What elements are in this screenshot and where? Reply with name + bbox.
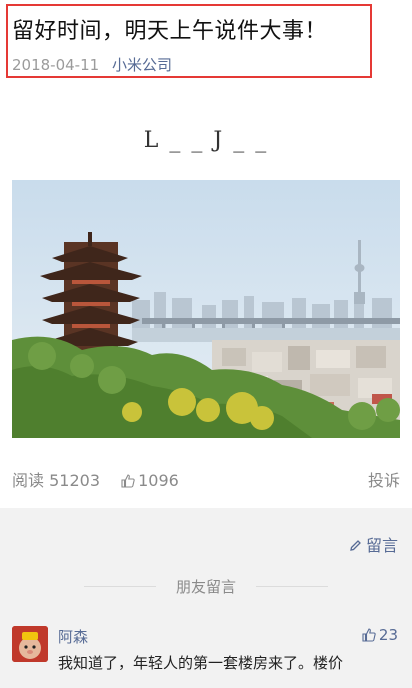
article-title: 留好时间，明天上午说件大事！ bbox=[12, 19, 328, 44]
read-label: 阅读 bbox=[12, 471, 45, 490]
author-link[interactable]: 小米公司 bbox=[112, 56, 172, 74]
comment-text: 我知道了，年轻人的第一套楼房来了。楼价 bbox=[58, 654, 344, 672]
article-meta: 2018-04-11 小米公司 bbox=[12, 54, 172, 75]
thumbs-up-icon bbox=[362, 628, 376, 642]
like-count: 1096 bbox=[138, 471, 179, 490]
article-image bbox=[12, 180, 400, 438]
comment-like-button[interactable]: 23 bbox=[362, 626, 398, 644]
like-button[interactable]: 1096 bbox=[121, 471, 179, 490]
comment-like-count: 23 bbox=[378, 626, 398, 644]
commenter-name[interactable]: 阿森 bbox=[58, 626, 88, 647]
pencil-icon bbox=[350, 540, 361, 551]
article-stats: 阅读 51203 1096 bbox=[12, 467, 179, 491]
publish-date: 2018-04-11 bbox=[12, 56, 100, 74]
read-count: 51203 bbox=[49, 471, 101, 490]
article-center-text: L _ _ J _ _ bbox=[143, 128, 269, 153]
thumbs-up-icon bbox=[121, 474, 135, 488]
comments-section-title: 朋友留言 bbox=[175, 578, 236, 596]
report-link[interactable]: 投诉 bbox=[368, 467, 400, 491]
commenter-avatar[interactable] bbox=[12, 626, 48, 662]
write-comment-label: 留言 bbox=[365, 536, 398, 555]
divider-line-right bbox=[256, 586, 328, 587]
comments-divider: 朋友留言 bbox=[0, 576, 412, 596]
write-comment-button[interactable]: 留言 bbox=[349, 532, 398, 556]
